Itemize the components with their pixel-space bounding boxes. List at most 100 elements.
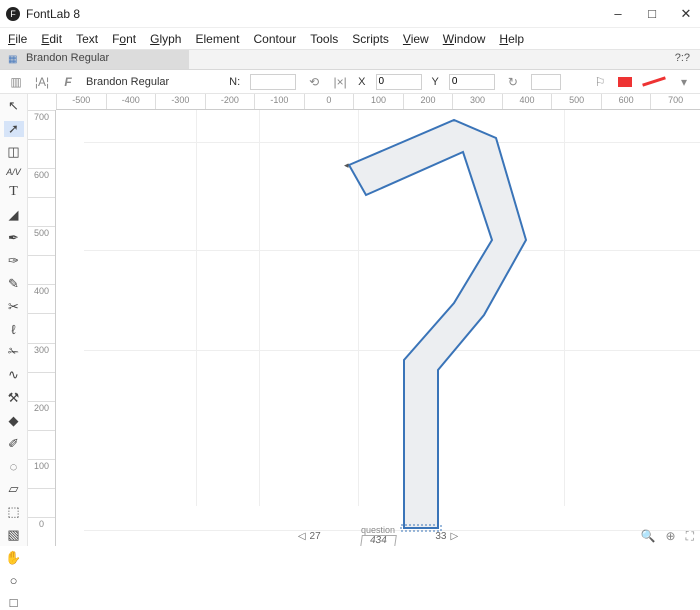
- dashed-ellipse-tool[interactable]: ◌: [4, 459, 24, 474]
- fit-icon[interactable]: ⛶: [686, 529, 694, 544]
- ruler-tick: -500: [56, 94, 106, 109]
- menu-window[interactable]: Window: [443, 32, 486, 46]
- guide-tool[interactable]: ▧: [4, 527, 24, 543]
- app-logo: F: [6, 7, 20, 21]
- menu-file[interactable]: File: [8, 32, 27, 46]
- grid-icon: ▦: [8, 54, 17, 65]
- ellipse-tool[interactable]: ○: [4, 573, 24, 588]
- window-title: FontLab 8: [26, 7, 80, 21]
- ruler-tick: 400: [502, 94, 552, 109]
- hand-tool[interactable]: ✋: [4, 550, 24, 566]
- property-bar: ▥ ¦A¦ F Brandon Regular N: ⟲ |×| X Y ↻ ⚐…: [0, 70, 700, 94]
- ruler-tick: 200: [28, 401, 55, 430]
- triangle-left-icon[interactable]: ◁: [298, 531, 306, 542]
- canvas-area[interactable]: -500-400-300-200-10001002003004005006007…: [28, 94, 700, 546]
- canvas-footer: ◁ 27 question 434 33 ▷ 🔍 ⊕ ⛶: [56, 526, 700, 546]
- pencil-tool[interactable]: ✎: [4, 276, 24, 292]
- menu-view[interactable]: View: [403, 32, 429, 46]
- rotate-icon[interactable]: ↻: [505, 75, 521, 89]
- link-icon[interactable]: ⟲: [306, 75, 322, 89]
- menubar: File Edit Text Font Glyph Element Contou…: [0, 28, 700, 50]
- n-label: N:: [229, 76, 240, 88]
- hammer-tool[interactable]: ⚒: [4, 390, 24, 406]
- ruler-tick: 0: [28, 517, 55, 546]
- font-name[interactable]: Brandon Regular: [86, 76, 169, 88]
- menu-font[interactable]: Font: [112, 32, 136, 46]
- chevron-down-icon[interactable]: ▾: [676, 75, 692, 89]
- tab-info: ?:?: [665, 50, 700, 69]
- zoom-in-icon[interactable]: ⊕: [666, 529, 676, 544]
- ruler-tick: 700: [650, 94, 700, 109]
- right-sidebearing[interactable]: 33: [435, 531, 446, 542]
- triangle-right-icon[interactable]: ▷: [450, 531, 458, 542]
- ruler-tick: -400: [106, 94, 156, 109]
- menu-scripts[interactable]: Scripts: [352, 32, 389, 46]
- panel-icon[interactable]: ▥: [8, 75, 24, 89]
- ruler-horizontal[interactable]: -500-400-300-200-10001002003004005006007…: [56, 94, 700, 110]
- menu-contour[interactable]: Contour: [254, 32, 297, 46]
- knife-tool[interactable]: ✂: [4, 299, 24, 315]
- menu-glyph[interactable]: Glyph: [150, 32, 181, 46]
- y-label: Y: [432, 76, 439, 88]
- toolbox: ↖ ➚ ◫ A/V T ◢ ✒ ✑ ✎ ✂ ℓ ✁ ∿ ⚒ ◆ ✐ ◌ ▱ ⬚ …: [0, 94, 28, 546]
- x-label: X: [358, 76, 365, 88]
- ruler-tick: [28, 430, 55, 459]
- ruler-tick: -200: [205, 94, 255, 109]
- rapid-tool[interactable]: ✑: [4, 253, 24, 269]
- glyph-canvas[interactable]: ◂: [56, 110, 700, 526]
- eraser-tool[interactable]: ◢: [4, 207, 24, 223]
- flag-red-icon[interactable]: [618, 77, 632, 87]
- ruler-tool[interactable]: ▱: [4, 481, 24, 497]
- ruler-tick: 700: [28, 110, 55, 139]
- ruler-tick: 500: [28, 226, 55, 255]
- maximize-icon[interactable]: □: [644, 6, 660, 22]
- advance-width[interactable]: 434: [360, 535, 396, 547]
- flag-outline-icon[interactable]: ⚐: [592, 75, 608, 89]
- ruler-tick: 100: [28, 459, 55, 488]
- y-input[interactable]: [449, 74, 495, 90]
- ruler-tick: 300: [452, 94, 502, 109]
- brush-tool[interactable]: ℓ: [4, 322, 24, 337]
- close-icon[interactable]: ✕: [678, 6, 694, 22]
- ruler-tick: 600: [28, 168, 55, 197]
- pen2-tool[interactable]: ✐: [4, 436, 24, 452]
- name-input[interactable]: [250, 74, 296, 90]
- ruler-tick: 100: [353, 94, 403, 109]
- lock-icon[interactable]: |×|: [332, 75, 348, 89]
- ruler-tick: [28, 372, 55, 401]
- rect-select-tool[interactable]: ⬚: [4, 504, 24, 520]
- ruler-tick: -300: [155, 94, 205, 109]
- ruler-vertical[interactable]: 7006005004003002001000: [28, 110, 56, 546]
- ruler-tick: 200: [403, 94, 453, 109]
- tab-label: Brandon Regular: [26, 52, 109, 64]
- glyph-name[interactable]: question: [361, 526, 395, 535]
- rect-tool[interactable]: □: [4, 595, 24, 610]
- element-tool[interactable]: ◫: [4, 144, 24, 160]
- text-mode-icon[interactable]: ¦A¦: [34, 75, 50, 89]
- color-swatch-icon[interactable]: [642, 76, 666, 86]
- pen-tool[interactable]: ✒: [4, 230, 24, 246]
- menu-element[interactable]: Element: [195, 32, 239, 46]
- ruler-tick: [28, 488, 55, 517]
- ruler-tick: 600: [601, 94, 651, 109]
- menu-tools[interactable]: Tools: [310, 32, 338, 46]
- x-input[interactable]: [376, 74, 422, 90]
- scissors-tool[interactable]: ✁: [4, 344, 24, 360]
- arrow-tool[interactable]: ↖: [4, 98, 24, 114]
- contour-tool[interactable]: ➚: [4, 121, 24, 137]
- text-tool[interactable]: T: [4, 184, 24, 200]
- left-sidebearing[interactable]: 27: [310, 531, 321, 542]
- ruler-tick: -100: [254, 94, 304, 109]
- tangent-tool[interactable]: ∿: [4, 367, 24, 383]
- minimize-icon[interactable]: –: [610, 6, 626, 22]
- tab-font[interactable]: ▦ Brandon Regular: [0, 50, 189, 69]
- zoom-out-icon[interactable]: 🔍: [641, 529, 656, 544]
- menu-text[interactable]: Text: [76, 32, 98, 46]
- fill-tool[interactable]: ◆: [4, 413, 24, 429]
- menu-edit[interactable]: Edit: [41, 32, 62, 46]
- metrics-tool[interactable]: A/V: [4, 167, 24, 177]
- glyph-outline[interactable]: ◂: [56, 110, 696, 546]
- angle-input[interactable]: [531, 74, 561, 90]
- menu-help[interactable]: Help: [499, 32, 524, 46]
- ruler-tick: 0: [304, 94, 354, 109]
